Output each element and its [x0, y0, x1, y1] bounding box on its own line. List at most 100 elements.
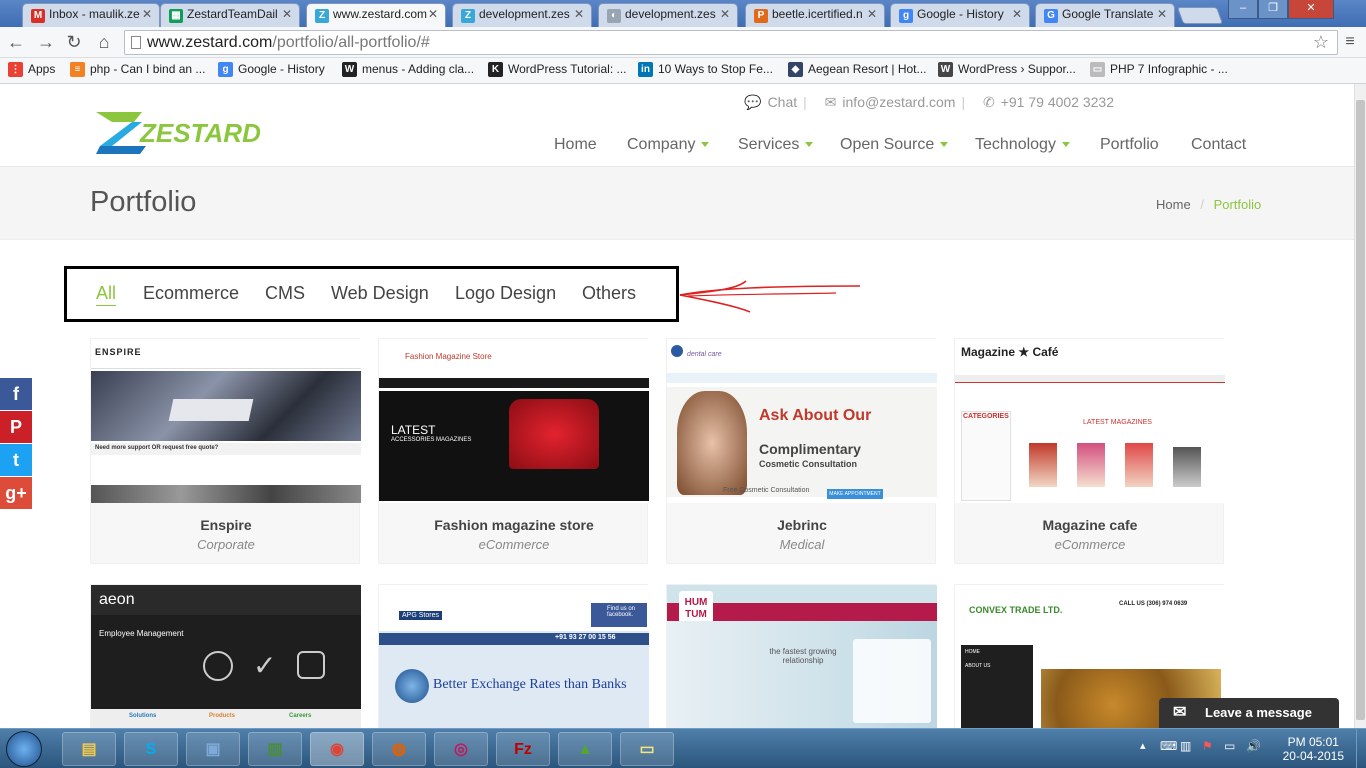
close-tab-icon[interactable]: ✕: [1012, 7, 1022, 21]
close-tab-icon[interactable]: ✕: [720, 7, 730, 21]
portfolio-thumbnail[interactable]: Magazine ★ Café CATEGORIES LATEST MAGAZI…: [955, 339, 1225, 503]
nav-open-source[interactable]: Open Source: [840, 136, 949, 154]
portfolio-card-magazine-cafe[interactable]: Magazine ★ Café CATEGORIES LATEST MAGAZI…: [954, 338, 1225, 564]
browser-tab[interactable]: Pbeetle.icertified.n ✕: [745, 3, 885, 27]
scrollbar-thumb[interactable]: [1356, 100, 1365, 720]
portfolio-title[interactable]: Magazine cafe: [955, 517, 1225, 533]
bookmark-item[interactable]: ◆ Aegean Resort | Hot...: [788, 62, 927, 77]
portfolio-card-enspire[interactable]: ENSPIRE Need more support OR request fre…: [90, 338, 361, 564]
portfolio-thumbnail[interactable]: Fashion Magazine Store LATEST ACCESSORIE…: [379, 339, 649, 503]
gnumeric-icon[interactable]: ▥: [248, 732, 302, 766]
pinterest-icon[interactable]: P: [0, 411, 32, 443]
maximize-button[interactable]: ❐: [1258, 0, 1288, 19]
tray-network-icon[interactable]: ▥: [1180, 739, 1191, 753]
portfolio-thumbnail[interactable]: dental care Ask About Our Complimentary …: [667, 339, 937, 503]
breadcrumb-home[interactable]: Home: [1156, 197, 1191, 212]
portfolio-thumbnail[interactable]: HUM TUM the fastest growing relationship: [667, 585, 937, 729]
portfolio-card-apg-stores[interactable]: APG Stores Find us on facebook. +91 93 2…: [378, 584, 649, 729]
new-tab-button[interactable]: [1176, 7, 1224, 24]
system-clock[interactable]: PM 05:01 20-04-2015: [1283, 735, 1344, 763]
show-desktop-button[interactable]: [1356, 729, 1366, 768]
nav-contact[interactable]: Contact: [1191, 136, 1246, 154]
chat-link[interactable]: Chat: [768, 94, 798, 110]
chat-icon[interactable]: 💬: [744, 94, 761, 110]
filter-all[interactable]: All: [96, 283, 117, 306]
sticky-notes-icon[interactable]: ▭: [620, 732, 674, 766]
filter-cms[interactable]: CMS: [265, 283, 305, 304]
live-chat-button[interactable]: ✉ Leave a message: [1159, 698, 1339, 728]
bookmark-star-icon[interactable]: ☆: [1313, 31, 1329, 54]
bookmark-item[interactable]: ⋮ Apps: [8, 62, 55, 77]
browser-tab[interactable]: g Google - History ✕: [890, 3, 1030, 27]
close-tab-icon[interactable]: ✕: [282, 7, 292, 21]
browser-tab[interactable]: Zwww.zestard.com ✕: [306, 3, 446, 27]
portfolio-title[interactable]: Jebrinc: [667, 517, 937, 533]
browser-tab[interactable]: Zdevelopment.zes ✕: [452, 3, 592, 27]
nav-portfolio[interactable]: Portfolio: [1100, 136, 1159, 154]
portfolio-card-aeon[interactable]: aeon Employee Management ✓ Solutions Pro…: [90, 584, 361, 729]
portfolio-thumbnail[interactable]: aeon Employee Management ✓ Solutions Pro…: [91, 585, 361, 729]
filezilla-icon[interactable]: Fz: [496, 732, 550, 766]
close-tab-icon[interactable]: ✕: [867, 7, 877, 21]
forward-icon[interactable]: →: [36, 32, 56, 52]
tray-chevron-icon[interactable]: ▴: [1140, 739, 1146, 752]
filter-web-design[interactable]: Web Design: [331, 283, 429, 304]
tray-display-icon[interactable]: ▭: [1224, 739, 1235, 753]
virtualbox-icon[interactable]: ▣: [186, 732, 240, 766]
portfolio-card-hum-tum[interactable]: HUM TUM the fastest growing relationship: [666, 584, 937, 729]
browser-tab[interactable]: ▦ ZestardTeamDail ✕: [160, 3, 300, 27]
filter-others[interactable]: Others: [582, 283, 636, 304]
explorer-icon[interactable]: ▤: [62, 732, 116, 766]
nav-home[interactable]: Home: [554, 136, 597, 154]
browser-tab[interactable]: ◐ development.zes ✕: [598, 3, 738, 27]
portfolio-card-jebrinc[interactable]: dental care Ask About Our Complimentary …: [666, 338, 937, 564]
zestard-logo[interactable]: ZESTARD: [94, 108, 274, 156]
browser-tab[interactable]: M Inbox - maulik.ze ✕: [22, 3, 160, 27]
home-icon[interactable]: ⌂: [94, 32, 114, 52]
media-player-icon[interactable]: ◎: [434, 732, 488, 766]
portfolio-thumbnail[interactable]: ENSPIRE Need more support OR request fre…: [91, 339, 361, 503]
close-tab-icon[interactable]: ✕: [142, 7, 152, 21]
tray-keyboard-icon[interactable]: ⌨: [1160, 739, 1177, 753]
nav-services[interactable]: Services: [738, 136, 814, 154]
chrome-icon[interactable]: ◉: [310, 732, 364, 766]
skype-icon[interactable]: S: [124, 732, 178, 766]
tray-volume-icon[interactable]: 🔊: [1246, 739, 1261, 753]
facebook-icon[interactable]: f: [0, 378, 32, 410]
browser-tab[interactable]: G Google Translate ✕: [1035, 3, 1175, 27]
address-bar[interactable]: www.zestard.com/portfolio/all-portfolio/…: [124, 30, 1338, 55]
breadcrumb-current: Portfolio: [1213, 197, 1262, 212]
portfolio-title[interactable]: Enspire: [91, 517, 361, 533]
bookmark-item[interactable]: in 10 Ways to Stop Fe...: [638, 62, 773, 77]
bluestacks-icon[interactable]: ▲: [558, 732, 612, 766]
nav-technology[interactable]: Technology: [975, 136, 1070, 154]
close-tab-icon[interactable]: ✕: [428, 7, 438, 21]
gmail-icon: M: [31, 9, 45, 23]
back-icon[interactable]: ←: [6, 32, 26, 52]
minimize-button[interactable]: –: [1228, 0, 1258, 19]
bookmark-item[interactable]: W WordPress › Suppor...: [938, 62, 1076, 77]
reload-icon[interactable]: ↻: [64, 32, 84, 52]
portfolio-card-fashion-magazine-store[interactable]: Fashion Magazine Store LATEST ACCESSORIE…: [378, 338, 649, 564]
bookmark-item[interactable]: K WordPress Tutorial: ...: [488, 62, 626, 77]
close-window-button[interactable]: ✕: [1288, 0, 1334, 19]
bookmark-item[interactable]: ≡ php - Can I bind an ...: [70, 62, 205, 77]
email-link[interactable]: info@zestard.com: [842, 94, 955, 110]
portfolio-thumbnail[interactable]: APG Stores Find us on facebook. +91 93 2…: [379, 585, 649, 729]
nav-company[interactable]: Company: [627, 136, 710, 154]
filter-ecommerce[interactable]: Ecommerce: [143, 283, 239, 304]
bookmark-item[interactable]: g Google - History: [218, 62, 325, 77]
bookmark-item[interactable]: ▭ PHP 7 Infographic - ...: [1090, 62, 1228, 77]
portfolio-title[interactable]: Fashion magazine store: [379, 517, 649, 533]
bookmark-item[interactable]: Wmenus - Adding cla...: [342, 62, 474, 77]
windows-start-icon[interactable]: [6, 731, 42, 767]
tray-action-center-icon[interactable]: ⚑: [1202, 739, 1213, 753]
url-path: /portfolio/all-portfolio/#: [272, 34, 430, 51]
twitter-icon[interactable]: t: [0, 444, 32, 476]
google-plus-icon[interactable]: g+: [0, 477, 32, 509]
close-tab-icon[interactable]: ✕: [1157, 7, 1167, 21]
firefox-icon[interactable]: ◍: [372, 732, 426, 766]
filter-logo-design[interactable]: Logo Design: [455, 283, 556, 304]
menu-icon[interactable]: ≡: [1340, 32, 1360, 52]
close-tab-icon[interactable]: ✕: [574, 7, 584, 21]
